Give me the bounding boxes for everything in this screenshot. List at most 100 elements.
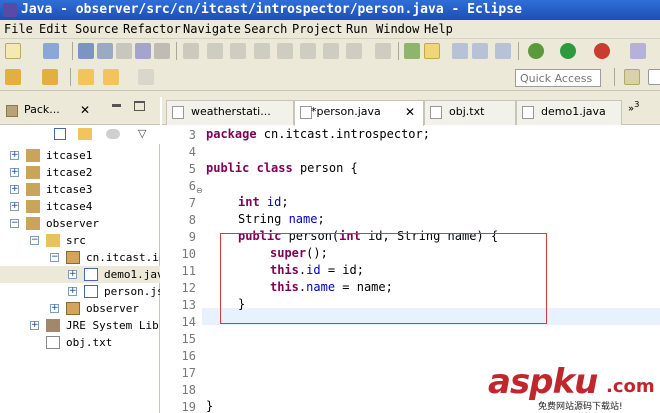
close-icon[interactable]: ✕ xyxy=(80,103,90,117)
run-external-tools-icon[interactable] xyxy=(594,43,610,59)
menu-window[interactable]: Window xyxy=(376,22,419,37)
menu-file[interactable]: File xyxy=(4,22,33,37)
tree-item-project[interactable]: + itcase2 xyxy=(0,164,160,181)
link-with-editor-icon[interactable] xyxy=(78,128,92,140)
line-number: 16 xyxy=(181,349,196,363)
step-return-icon[interactable] xyxy=(346,43,362,59)
maximize-icon[interactable] xyxy=(134,101,145,111)
show-whitespace-icon[interactable] xyxy=(472,43,488,59)
save-all-icon[interactable] xyxy=(97,43,113,59)
terminate-icon[interactable] xyxy=(254,43,270,59)
close-icon[interactable]: ✕ xyxy=(405,101,415,123)
line-number: 13 xyxy=(181,298,196,312)
watermark-logo: aspku .com 免费网站源码下载站! xyxy=(488,362,660,413)
menu-search[interactable]: Search xyxy=(244,22,287,37)
show-pilcrow-icon[interactable] xyxy=(495,43,511,59)
tree-item-package[interactable]: − cn.itcast.in xyxy=(0,249,160,266)
suspend-icon[interactable] xyxy=(230,43,246,59)
previous-annotation-icon[interactable] xyxy=(42,69,58,85)
editor-tab[interactable]: weatherstati... xyxy=(166,100,294,125)
menu-project[interactable]: Project xyxy=(292,22,343,37)
menu-refactor[interactable]: Refactor xyxy=(123,22,181,37)
minimize-icon[interactable] xyxy=(112,104,121,107)
disconnect-icon[interactable] xyxy=(277,43,293,59)
window-title: Java - observer/src/cn/itcast/introspect… xyxy=(21,2,522,17)
expand-icon[interactable]: + xyxy=(68,270,77,279)
debug-icon[interactable] xyxy=(528,43,544,59)
new-icon[interactable] xyxy=(5,43,21,59)
menu-source[interactable]: Source xyxy=(75,22,118,37)
more-tabs-indicator[interactable]: »3 xyxy=(628,99,639,114)
line-number: 18 xyxy=(181,383,196,397)
view-menu-icon[interactable]: ▽ xyxy=(138,127,146,140)
collapse-icon[interactable]: − xyxy=(30,236,39,245)
editor-tab-active[interactable]: *person.java ✕ xyxy=(294,100,424,126)
java-file-icon xyxy=(172,106,184,119)
source-folder-icon xyxy=(46,234,60,247)
menu-edit[interactable]: Edit xyxy=(39,22,68,37)
step-into-icon[interactable] xyxy=(300,43,316,59)
mark-occurrences-icon[interactable] xyxy=(424,43,440,59)
open-type-icon[interactable] xyxy=(135,43,151,59)
block-selection-icon[interactable] xyxy=(452,43,468,59)
next-annotation-icon[interactable] xyxy=(5,69,21,85)
expand-icon[interactable]: + xyxy=(68,287,77,296)
expand-icon[interactable]: + xyxy=(50,304,59,313)
project-icon xyxy=(26,166,40,179)
watermark-subtitle: 免费网站源码下载站! xyxy=(538,402,623,412)
tab-package-explorer[interactable]: Pack... xyxy=(24,103,60,116)
expand-icon[interactable]: + xyxy=(10,151,19,160)
expand-icon[interactable]: + xyxy=(10,185,19,194)
tree-item-project[interactable]: + itcase1 xyxy=(0,147,160,164)
new-wizard-icon[interactable] xyxy=(43,43,59,59)
last-edit-location-icon[interactable] xyxy=(78,69,94,85)
open-perspective-icon[interactable] xyxy=(624,69,640,85)
text-file-icon xyxy=(46,336,60,349)
editor-tab[interactable]: demo1.java xyxy=(516,100,622,125)
focus-task-icon[interactable] xyxy=(106,129,120,139)
search-icon[interactable] xyxy=(154,43,170,59)
expand-icon[interactable]: + xyxy=(10,202,19,211)
forward-icon[interactable] xyxy=(138,69,154,85)
expand-icon[interactable]: + xyxy=(10,168,19,177)
tree-item-source-folder[interactable]: − src xyxy=(0,232,160,249)
java-file-icon xyxy=(84,268,98,281)
tree-item-file[interactable]: obj.txt xyxy=(0,334,160,351)
print-icon[interactable] xyxy=(116,43,132,59)
java-file-icon xyxy=(522,106,534,119)
drop-to-frame-icon[interactable] xyxy=(375,43,391,59)
quick-access-input[interactable] xyxy=(515,69,601,87)
tree-item-package[interactable]: + observer xyxy=(0,300,160,317)
tree-item-file[interactable]: + person.js xyxy=(0,283,160,300)
step-over-icon[interactable] xyxy=(323,43,339,59)
collapse-icon[interactable]: − xyxy=(50,253,59,262)
collapse-all-icon[interactable] xyxy=(54,128,66,140)
line-number: 4 xyxy=(188,145,196,159)
menu-bar: File Edit Source Refactor Navigate Searc… xyxy=(0,20,660,39)
menu-run[interactable]: Run xyxy=(346,22,368,37)
expand-icon[interactable]: + xyxy=(30,321,39,330)
editor-tab[interactable]: obj.txt xyxy=(424,100,516,125)
tree-item-project[interactable]: + itcase3 xyxy=(0,181,160,198)
collapse-icon[interactable]: − xyxy=(10,219,19,228)
tree-item-file[interactable]: + demo1.jav xyxy=(0,266,160,283)
line-number: 14 xyxy=(181,315,196,329)
tree-item-project[interactable]: − observer xyxy=(0,215,160,232)
run-icon[interactable] xyxy=(560,43,576,59)
new-java-project-icon[interactable] xyxy=(630,43,646,59)
resume-icon[interactable] xyxy=(207,43,223,59)
java-perspective-icon[interactable] xyxy=(648,69,660,85)
toolbar-separator xyxy=(614,68,615,86)
fold-icon[interactable]: ⊖ xyxy=(196,186,203,195)
tree-item-library[interactable]: + JRE System Libr xyxy=(0,317,160,334)
skip-breakpoints-icon[interactable] xyxy=(183,43,199,59)
back-icon[interactable] xyxy=(103,69,119,85)
line-number: 11 xyxy=(181,264,196,278)
toggle-breadcrumb-icon[interactable] xyxy=(404,43,420,59)
tree-item-project[interactable]: + itcase4 xyxy=(0,198,160,215)
project-icon xyxy=(26,183,40,196)
save-icon[interactable] xyxy=(78,43,94,59)
menu-help[interactable]: Help xyxy=(424,22,453,37)
secondary-toolbar xyxy=(0,64,660,91)
menu-navigate[interactable]: Navigate xyxy=(183,22,241,37)
